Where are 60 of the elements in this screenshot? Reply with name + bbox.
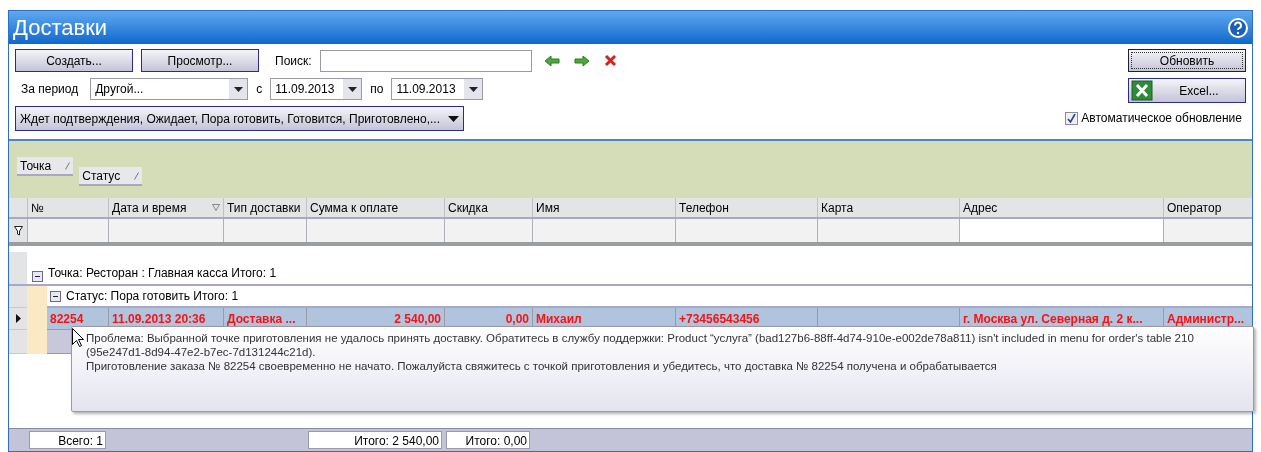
column-header[interactable]: Карта	[817, 198, 959, 217]
column-header[interactable]: Оператор	[1163, 198, 1251, 217]
row-header	[9, 252, 27, 284]
group-chip[interactable]: Точка	[17, 157, 74, 176]
create-button[interactable]: Создать...	[15, 49, 133, 72]
view-button[interactable]: Просмотр...	[141, 49, 259, 72]
to-date-field[interactable]: 11.09.2013	[391, 78, 484, 100]
group-indent-band	[27, 286, 47, 354]
left-arrow-icon[interactable]	[543, 54, 560, 67]
from-label: с	[256, 81, 263, 98]
dropdown-arrow-icon	[347, 86, 357, 92]
row-header[interactable]	[9, 308, 27, 330]
refresh-button[interactable]: Обновить	[1128, 49, 1246, 72]
search-field[interactable]	[319, 49, 532, 72]
excel-button[interactable]: Excel...	[1128, 78, 1246, 103]
collapse-icon[interactable]	[50, 290, 61, 302]
column-header[interactable]: Тип доставки	[223, 198, 306, 217]
column-header[interactable]: Имя	[532, 198, 675, 217]
auto-refresh-checkbox[interactable]	[1065, 111, 1079, 125]
collapse-icon[interactable]	[32, 271, 43, 282]
window-title: Доставки	[13, 16, 108, 39]
footer-total: Итого: 2 540,00	[308, 431, 442, 449]
auto-refresh-label: Автоматическое обновление	[1081, 110, 1242, 127]
checkmark-icon	[1067, 113, 1077, 123]
tooltip-text: Приготовление заказа № 82254 своевременно не начато. Пожалуйста свяжитесь с точкой приготовления и убедитесь, что доставка № 82254 получена и обрабатывается	[86, 359, 998, 373]
footer-total: Всего: 1	[29, 431, 106, 449]
mouse-cursor-icon	[72, 328, 84, 347]
right-arrow-icon[interactable]	[573, 54, 590, 67]
column-header[interactable]: Скидка	[444, 198, 532, 217]
search-label: Поиск:	[275, 52, 312, 70]
tooltip-text: Проблема: Выбранной точке приготовления не удалось принять доставку. Обратитесь в службу поддержки: Product “услуга” (bad127b6-88ff-4d74-910e-e002de78a811) isn't included in menu for order's table 210 (95e247d1-8d94-47e2-b7ec-7d131244c21d).	[86, 331, 1195, 359]
column-header[interactable]: Дата и время	[108, 198, 223, 217]
period-dropdown[interactable]: Другой...	[90, 78, 249, 100]
column-header[interactable]: Сумма к оплате	[306, 198, 444, 217]
sort-glyph-icon	[65, 161, 71, 170]
group-chip-label: Статус	[82, 167, 121, 185]
dropdown-arrow-icon	[448, 115, 459, 122]
help-icon[interactable]	[1228, 17, 1248, 38]
group-chip[interactable]: Статус	[79, 167, 143, 186]
row-header	[9, 286, 27, 308]
footer-total: Итого: 0,00	[446, 431, 530, 449]
dropdown-arrow-icon	[233, 86, 243, 92]
from-date-field[interactable]: 11.09.2013	[270, 78, 363, 100]
filter-icon[interactable]	[13, 225, 23, 236]
spreadsheet-icon	[1131, 80, 1153, 101]
table-cell-text: 82254	[49, 310, 85, 328]
period-label: За период	[21, 81, 79, 98]
to-label: по	[370, 81, 384, 98]
dropdown-arrow-icon	[468, 86, 478, 92]
status-filter-dropdown[interactable]: Ждет подтверждения, Ожидает, Пора готовить, Готовится, Приготовлено,...	[15, 106, 464, 131]
column-header[interactable]: Адрес	[959, 198, 1163, 217]
filter-field[interactable]	[959, 219, 1163, 242]
group-chip-label: Точка	[20, 157, 52, 175]
row-header	[9, 330, 27, 354]
close-icon[interactable]	[603, 54, 617, 67]
group-row-label: Статус: Пора готовить Итого: 1	[66, 288, 239, 305]
sort-glyph-icon	[134, 171, 140, 180]
group-row-label: Точка: Ресторан : Главная касса Итого: 1	[48, 265, 277, 282]
column-header[interactable]: №	[27, 198, 108, 217]
column-header[interactable]: Телефон	[675, 198, 817, 217]
